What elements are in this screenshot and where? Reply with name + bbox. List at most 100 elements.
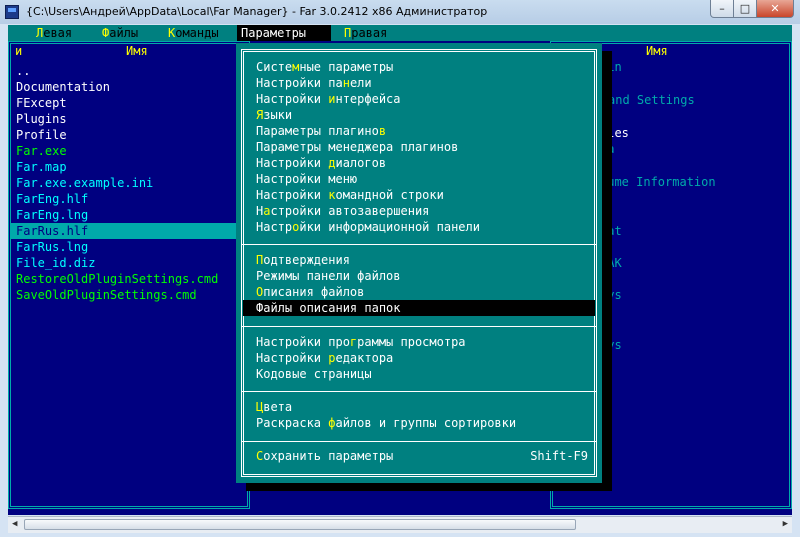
menu-item-save-settings[interactable]: Сохранить параметры — [256, 448, 393, 464]
item-text: Настройки — [256, 156, 329, 170]
file-item-fareng-lng[interactable]: FarEng.lng — [16, 207, 88, 223]
item-text: айлов и группы сортировки — [335, 416, 517, 430]
menu-item-file-panel-modes[interactable]: Режимы панели файлов — [256, 268, 401, 284]
menu-item-confirmations[interactable]: Подтверждения — [256, 252, 350, 268]
item-text: нтерфейса — [335, 92, 401, 106]
menu-item-editor-settings[interactable]: Настройки редактора — [256, 350, 393, 366]
right-panel-item[interactable]: ta — [600, 141, 614, 157]
file-item-profile[interactable]: Profile — [16, 127, 67, 143]
right-panel-item[interactable]: BAK — [600, 255, 622, 271]
menu-item-panel-settings[interactable]: Настройки панели — [256, 75, 372, 91]
menu-item-colors[interactable]: Цвета — [256, 399, 292, 415]
item-hotkey: н — [342, 76, 350, 90]
item-text: Настр — [256, 220, 293, 234]
file-item-fareng-hlf[interactable]: FarEng.hlf — [16, 191, 88, 207]
menu-item-info-panel-settings[interactable]: Настройки информационной панели — [256, 219, 480, 235]
item-hotkey: в — [378, 124, 387, 138]
title-bar: {C:\Users\Андрей\AppData\Local\Far Manag… — [0, 0, 800, 24]
right-panel-item[interactable]: sys — [600, 287, 622, 303]
item-text: зыки — [263, 108, 293, 122]
menu-item-plugin-manager-settings[interactable]: Параметры менеджера плагинов — [256, 139, 458, 155]
menu-item-folder-description-files[interactable]: Файлы описания папок — [243, 300, 595, 316]
item-text: вета — [263, 400, 293, 414]
item-text: Параметры плагино — [256, 124, 379, 138]
file-item-fexcept[interactable]: FExcept — [16, 95, 67, 111]
right-panel-item[interactable]: iles — [600, 125, 629, 141]
menu-item-plugin-settings[interactable]: Параметры плагинов — [256, 123, 386, 139]
far-manager-app-icon[interactable] — [5, 5, 19, 19]
item-text: Настройки — [256, 351, 329, 365]
menu-item-code-pages[interactable]: Кодовые страницы — [256, 366, 372, 382]
item-text: Настройки — [256, 188, 329, 202]
file-item-documentation[interactable]: Documentation — [16, 79, 110, 95]
item-text: одтверждения — [263, 253, 350, 267]
menu-item-file-highlighting[interactable]: Раскраска файлов и группы сортировки — [256, 415, 516, 431]
file-item-far-exe[interactable]: Far.exe — [16, 143, 67, 159]
menu-item-dialog-settings[interactable]: Настройки диалогов — [256, 155, 386, 171]
file-item-farrus-hlf[interactable]: FarRus.hlf — [11, 223, 236, 239]
item-text: Настройки про — [256, 335, 350, 349]
menu-label: Параметры — [241, 26, 307, 40]
menu-separator — [241, 441, 597, 442]
item-text: Раскраска — [256, 416, 329, 430]
maximize-button[interactable]: □ — [733, 0, 757, 18]
menu-item-languages[interactable]: Языки — [256, 107, 292, 123]
scroll-right-arrow-icon[interactable]: ▶ — [783, 519, 788, 529]
right-panel-item[interactable]: sys — [600, 337, 622, 353]
file-item-plugins[interactable]: Plugins — [16, 111, 67, 127]
left-panel-column-prefix: и — [15, 44, 23, 58]
file-item-far-map[interactable]: Far.map — [16, 159, 67, 175]
options-menu: Системные параметры Настройки панели Нас… — [236, 43, 602, 483]
file-item-farrus-lng[interactable]: FarRus.lng — [16, 239, 88, 255]
menu-label: оманды — [175, 26, 219, 40]
horizontal-scrollbar[interactable]: ◀ ▶ — [8, 516, 792, 533]
scroll-left-arrow-icon[interactable]: ◀ — [12, 519, 17, 529]
right-panel-item[interactable]: lume Information — [600, 174, 716, 190]
left-panel-name-header: Имя — [126, 44, 148, 58]
item-text: омандной строки — [335, 188, 444, 202]
item-text: едактора — [335, 351, 394, 365]
item-text: Параметры менеджера плагинов — [256, 140, 459, 154]
item-text: Настройки па — [256, 76, 343, 90]
item-text: Файлы описания папок — [256, 301, 401, 315]
menu-item-system-settings[interactable]: Системные параметры — [256, 59, 393, 75]
save-settings-shortcut: Shift-F9 — [530, 449, 588, 463]
menu-item-menu-settings[interactable]: Настройки меню — [256, 171, 357, 187]
menu-label: евая — [43, 26, 73, 40]
menu-item-viewer-settings[interactable]: Настройки программы просмотра — [256, 334, 466, 350]
file-item-save-old-plugin-settings[interactable]: SaveOldPluginSettings.cmd — [16, 287, 197, 303]
scrollbar-thumb[interactable] — [24, 519, 576, 530]
item-text: ные параметры — [299, 60, 394, 74]
file-item-restore-old-plugin-settings[interactable]: RestoreOldPluginSettings.cmd — [16, 271, 218, 287]
item-text: иалогов — [335, 156, 387, 170]
item-text: писания файлов — [263, 285, 365, 299]
right-panel-item[interactable]: bat — [600, 223, 622, 239]
menu-item-autocomplete-settings[interactable]: Настройки автозавершения — [256, 203, 429, 219]
menu-item-file-descriptions[interactable]: Описания файлов — [256, 284, 364, 300]
window-title: {C:\Users\Андрей\AppData\Local\Far Manag… — [26, 5, 488, 18]
close-button[interactable]: ✕ — [756, 0, 794, 18]
item-text: Систе — [256, 60, 293, 74]
right-panel-item[interactable]: and Settings — [608, 92, 695, 108]
file-item-file-id-diz[interactable]: File_id.diz — [16, 255, 95, 271]
file-item-far-exe-example-ini[interactable]: Far.exe.example.ini — [16, 175, 153, 191]
menu-label: равая — [351, 26, 388, 40]
menu-options[interactable]: Параметры — [237, 25, 331, 41]
item-text: стройки автозавершения — [270, 204, 430, 218]
menu-commands[interactable]: Команды — [168, 25, 219, 41]
menu-files[interactable]: Файлы — [102, 25, 138, 41]
menu-item-command-line-settings[interactable]: Настройки командной строки — [256, 187, 444, 203]
far-console: и Имя .. Documentation FExcept Plugins P… — [8, 25, 792, 515]
menu-separator — [241, 244, 597, 245]
menu-left-panel[interactable]: Левая — [36, 25, 72, 41]
item-text: Настройки меню — [256, 172, 358, 186]
right-panel-item[interactable]: Bin — [600, 59, 622, 75]
menu-item-interface-settings[interactable]: Настройки интерфейса — [256, 91, 401, 107]
item-text: йки информационной панели — [299, 220, 480, 234]
item-text: охранить параметры — [263, 449, 394, 463]
file-item-parent[interactable]: .. — [16, 63, 30, 79]
item-text: Настройки — [256, 92, 329, 106]
menu-right-panel[interactable]: Правая — [344, 25, 387, 41]
menu-bar: Левая Файлы Команды Параметры Правая — [8, 25, 792, 41]
minimize-button[interactable]: – — [710, 0, 734, 18]
